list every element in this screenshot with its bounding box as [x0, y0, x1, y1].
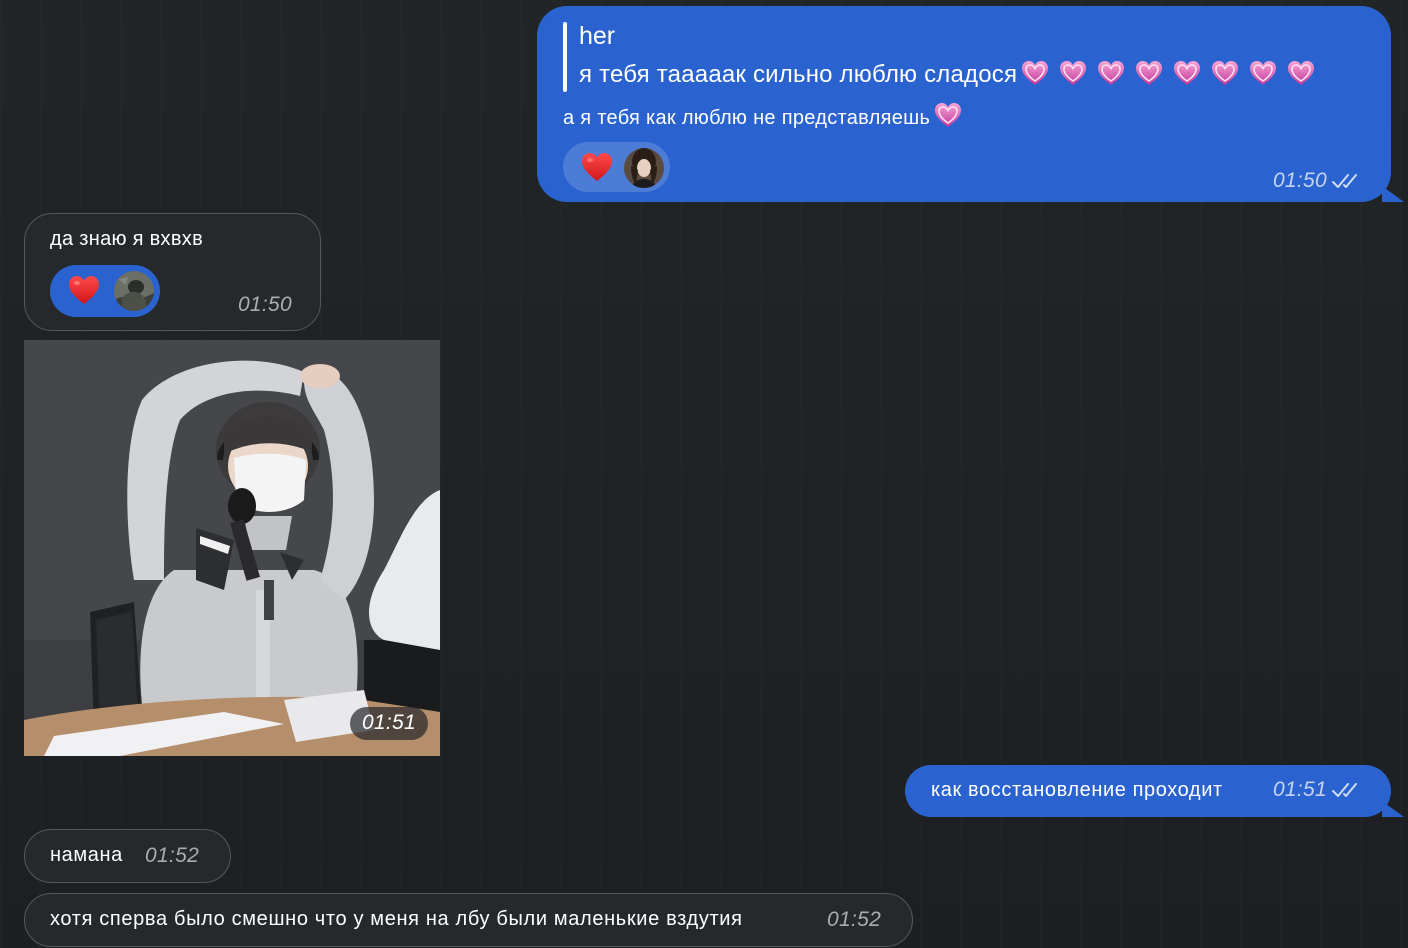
message-time: 01:51 — [1272, 778, 1327, 801]
pink-heart-icon — [934, 102, 962, 128]
red-heart-icon — [581, 152, 613, 182]
message-meta: 01:52 — [145, 844, 199, 868]
message-text: как восстановление проходит — [931, 779, 1223, 801]
quote-bar — [563, 22, 567, 92]
message-time: 01:52 — [145, 844, 200, 867]
pink-heart-icon — [1097, 60, 1125, 86]
quote-author[interactable]: her — [579, 22, 615, 51]
quote-text-content: я тебя тааааак сильно люблю сладося — [579, 61, 1018, 88]
message-time: 01:50 — [237, 293, 292, 316]
pink-heart-icon — [1135, 60, 1163, 86]
incoming-message-bubble[interactable]: да знаю я вхвхв 01:50 — [24, 213, 321, 331]
pink-heart-icon — [1211, 60, 1239, 86]
pink-heart-icon — [1249, 60, 1277, 86]
message-text: да знаю я вхвхв — [50, 228, 204, 250]
message-meta: 01:50 — [1273, 169, 1363, 193]
pink-heart-icon — [1287, 60, 1315, 86]
man-avatar — [114, 271, 154, 311]
outgoing-message-bubble[interactable]: как восстановление проходит 01:51 — [905, 765, 1391, 817]
double-check-icon — [1331, 172, 1363, 190]
incoming-message-bubble[interactable]: хотя сперва было смешно что у меня на лб… — [24, 893, 913, 947]
quote-text[interactable]: я тебя тааааак сильно люблю сладося — [579, 60, 1315, 89]
message-text: намана — [50, 844, 123, 866]
message-time: 01:52 — [827, 908, 882, 931]
pink-heart-icon — [1173, 60, 1201, 86]
message-meta: 01:52 — [827, 908, 881, 932]
message-text: хотя сперва было смешно что у меня на лб… — [50, 908, 743, 930]
quote-hearts — [1017, 61, 1315, 88]
reaction-chip[interactable] — [50, 265, 160, 317]
message-text-content: а я тебя как люблю не представляешь — [563, 107, 931, 129]
photo-message[interactable]: 01:51 — [24, 340, 440, 756]
message-time: 01:50 — [1272, 169, 1327, 192]
photo-image — [24, 340, 440, 756]
pink-heart-icon — [1059, 60, 1087, 86]
woman-avatar — [624, 148, 664, 188]
pink-heart-icon — [1021, 60, 1049, 86]
message-text: а я тебя как люблю не представляешь — [563, 102, 962, 130]
message-meta: 01:51 — [1273, 778, 1363, 802]
outgoing-message-bubble[interactable]: her я тебя тааааак сильно люблю сладося … — [537, 6, 1391, 202]
message-meta: 01:50 — [238, 293, 292, 317]
reaction-chip[interactable] — [563, 142, 670, 192]
incoming-message-bubble[interactable]: намана 01:52 — [24, 829, 231, 883]
double-check-icon — [1331, 781, 1363, 799]
photo-time-pill: 01:51 — [349, 707, 428, 740]
red-heart-icon — [68, 275, 100, 305]
message-time: 01:51 — [361, 711, 416, 734]
